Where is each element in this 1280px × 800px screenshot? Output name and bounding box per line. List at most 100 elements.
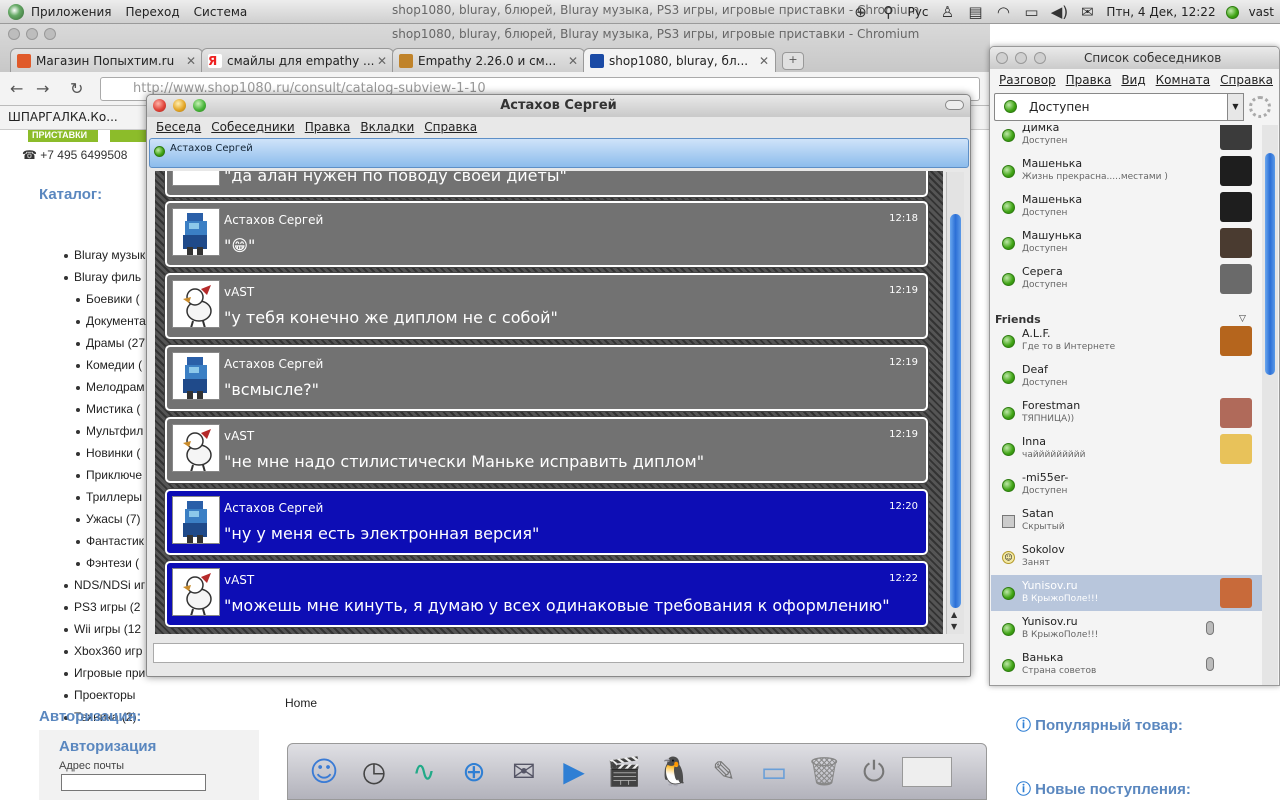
power-icon[interactable]: ⏻ [852,750,896,794]
email-field[interactable] [61,774,206,791]
mail-icon[interactable]: ✉ [1078,3,1096,21]
contact-row[interactable]: ☺ Sokolov Занят [991,539,1262,575]
forward-arrow-icon[interactable]: → [36,79,49,98]
catalog-item[interactable]: Мелодрам [76,380,145,394]
contacts-close-button[interactable] [996,52,1008,64]
contact-row[interactable]: A.L.F. Где то в Интернете [991,323,1262,359]
folder-icon[interactable]: ▭ [752,750,796,794]
catalog-item[interactable]: Фантастик [76,534,144,548]
crosshair-icon[interactable]: ⊕ [851,3,869,21]
browser-tab[interactable]: Ясмайлы для empathy ... ✕ [201,48,394,72]
scroll-up-icon[interactable]: ▲ [951,610,957,619]
volume-icon[interactable]: ◀) [1050,3,1068,21]
contact-row[interactable]: Машенька Доступен [991,189,1262,225]
menu-edit[interactable]: Правка [300,117,356,137]
contacts-maximize-button[interactable] [1034,52,1046,64]
tab-close-icon[interactable]: ✕ [568,54,578,68]
catalog-item[interactable]: Мультфил [76,424,143,438]
contacts-scrollbar[interactable] [1262,125,1278,685]
new-tab-button[interactable]: + [782,52,804,70]
contact-row[interactable]: Машенька Жизнь прекрасна.....местами ) [991,153,1262,189]
printer-icon[interactable]: ▭ [1022,3,1040,21]
browser-close-button[interactable] [8,28,20,40]
minimize-button[interactable] [173,99,186,112]
contact-row[interactable]: -mi55er- Доступен [991,467,1262,503]
activity-monitor-icon[interactable]: ∿ [402,750,446,794]
search-icon[interactable]: ⚲ [879,3,897,21]
nav-consoles-link[interactable]: ПРИСТАВКИ [28,130,98,142]
screen-thumbnail-icon[interactable] [902,756,952,787]
scroll-down-icon[interactable]: ▼ [951,622,957,631]
catalog-item[interactable]: Фэнтези ( [76,556,139,570]
trash-icon[interactable]: 🗑 [802,750,846,794]
catalog-item[interactable]: Bluray филь [64,270,141,284]
menu-help[interactable]: Справка [1215,69,1278,91]
time-machine-icon[interactable]: ◷ [352,750,396,794]
close-button[interactable] [153,99,166,112]
contact-row[interactable]: Deaf Доступен [991,359,1262,395]
chat-tab[interactable]: Астахов Сергей [149,138,969,168]
facetime-icon[interactable]: ▶ [552,750,596,794]
catalog-item[interactable]: Проекторы [64,688,135,702]
message-input[interactable] [153,643,964,663]
browser-tab[interactable]: Empathy 2.26.0 и см... ✕ [392,48,585,72]
catalog-item[interactable]: Ужасы (7) [76,512,141,526]
mail-icon[interactable]: ✉ [502,750,546,794]
panel-menu-system[interactable]: Система [187,5,255,19]
chat-scrollbar[interactable]: ▲ ▼ [946,172,964,634]
catalog-item[interactable]: Wii игры (12 [64,622,141,636]
catalog-item[interactable]: Комедии ( [76,358,142,372]
panel-menu-places[interactable]: Переход [119,5,187,19]
contact-row[interactable]: Ванька Страна советов [991,647,1262,683]
menu-help[interactable]: Справка [419,117,482,137]
catalog-item[interactable]: Xbox360 игр [64,644,142,658]
keyboard-layout[interactable]: Рус [907,5,928,19]
scrollbar-thumb[interactable] [1265,153,1275,375]
catalog-item[interactable]: Боевики ( [76,292,140,306]
presence-selector[interactable]: Доступен [994,93,1229,121]
browser-tab-active[interactable]: shop1080, bluray, бл... ✕ [583,48,776,72]
browser-maximize-button[interactable] [44,28,56,40]
menu-room[interactable]: Комната [1151,69,1215,91]
reload-icon[interactable]: ↻ [70,79,83,98]
wifi-icon[interactable]: ◠ [994,3,1012,21]
catalog-item[interactable]: Мистика ( [76,402,140,416]
imovie-icon[interactable]: 🎬 [602,750,646,794]
contact-row[interactable]: Forestman ТЯПНИЦА)) [991,395,1262,431]
tab-close-icon[interactable]: ✕ [377,54,387,68]
tab-close-icon[interactable]: ✕ [759,54,769,68]
catalog-item[interactable]: Bluray музык [64,248,145,262]
contacts-minimize-button[interactable] [1015,52,1027,64]
catalog-item[interactable]: PS3 игры (2 [64,600,140,614]
contact-row[interactable]: Yunisov.ru В КрыжоПоле!!! [991,611,1262,647]
clipboard-icon[interactable]: ▤ [966,3,984,21]
nav-tech-link[interactable] [110,130,150,142]
catalog-item[interactable]: Новинки ( [76,446,140,460]
clock[interactable]: Птн, 4 Дек, 12:22 [1106,5,1215,19]
contact-row[interactable]: Серега Доступен [991,261,1262,297]
browser-minimize-button[interactable] [26,28,38,40]
browser-tab[interactable]: Магазин Попыхтим.ru ✕ [10,48,203,72]
safari-icon[interactable]: ⊕ [452,750,496,794]
tux-icon[interactable]: ♙ [938,3,956,21]
scrollbar-thumb[interactable] [950,214,961,608]
tab-close-icon[interactable]: ✕ [186,54,196,68]
catalog-item[interactable]: Драмы (27 [76,336,145,350]
contact-row[interactable]: Satan Скрытый [991,503,1262,539]
user-name[interactable]: vast [1249,5,1274,19]
contact-row[interactable]: Inna чаййййййййй [991,431,1262,467]
menu-edit[interactable]: Правка [1061,69,1117,91]
menu-chat[interactable]: Разговор [994,69,1061,91]
catalog-item[interactable]: NDS/NDSi иг [64,578,145,592]
contact-row[interactable]: Димка Доступен [991,125,1262,153]
finder-icon[interactable]: ☺ [302,750,346,794]
back-arrow-icon[interactable]: ← [10,79,23,98]
catalog-item[interactable]: Документа [76,314,146,328]
presence-dropdown-button[interactable]: ▼ [1227,93,1244,121]
catalog-item[interactable]: Игровые при [64,666,145,680]
gnome-foot-icon[interactable] [8,3,24,20]
menu-conversation[interactable]: Беседа [151,117,206,137]
menu-view[interactable]: Вид [1116,69,1150,91]
catalog-item[interactable]: Приключе [76,468,142,482]
toolbar-toggle-button[interactable] [945,100,964,110]
